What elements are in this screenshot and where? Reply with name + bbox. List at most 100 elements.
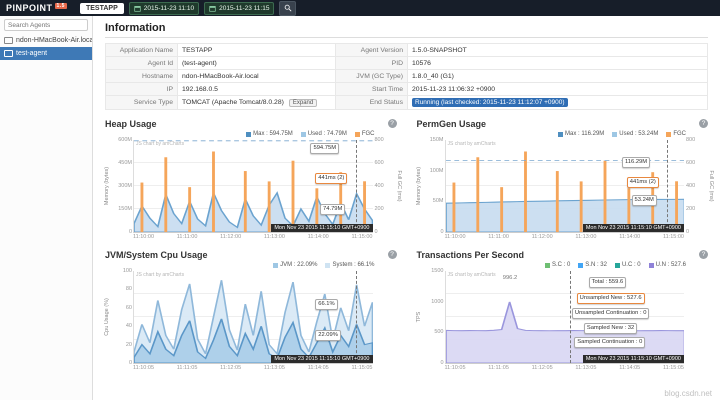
x-axis-tick: 11:11:05 [177,365,198,371]
chart-callout: Unsampled Continuation : 0 [572,308,650,319]
agent-group-label: ndon-HMacBook-Air.local [16,37,92,44]
x-axis-tick: 11:10:00 [445,234,466,240]
y-axis-tick: 0 [422,360,444,366]
x-axis-tick: 11:11:00 [177,234,198,240]
legend-item[interactable]: Used : 74.79M [301,131,347,137]
info-row: Hostnamendon-HMacBook-Air.localJVM (GC T… [106,70,708,83]
legend-item[interactable]: FGC [666,131,686,137]
legend-item[interactable]: U.N : 527.6 [649,262,686,268]
chart-plot-area[interactable]: JS chart by amCharts 050010001500TPSTota… [445,271,685,364]
y-axis-tick: 80 [110,286,132,292]
legend-item[interactable]: FGC [355,131,375,137]
legend-item[interactable]: S.N : 32 [578,262,607,268]
chart-callout: 53.24M [632,195,657,206]
y-axis-tick: 400 [375,183,397,189]
legend-item[interactable]: U.C : 0 [615,262,641,268]
chart-title: PermGen Usage [417,119,487,129]
info-label: Agent Id [106,57,178,70]
x-axis-tick: 11:14:00 [619,234,640,240]
chart-callout: 441ms (2) [627,177,659,188]
chart-plot-area[interactable]: JS chart by amCharts 0150M300M450M600M02… [133,140,373,233]
y-axis-tick: 0 [375,229,397,235]
x-axis-tick: 11:14:05 [619,365,640,371]
legend-swatch [355,132,360,137]
legend-swatch [666,132,671,137]
chart-legend: S.C : 0 S.N : 32 U.C : 0 U.N : 527.6 [417,261,687,269]
info-label: IP [106,83,178,96]
legend-item[interactable]: JVM : 22.09% [273,262,317,268]
chart-callout: 74.79M [320,204,345,215]
y-axis-tick: 800 [375,137,397,143]
legend-item[interactable]: System : 66.1% [325,262,374,268]
info-value: TESTAPP [178,44,336,57]
legend-item[interactable]: S.C : 0 [545,262,570,268]
chart-callout: 116.29M [622,157,650,168]
x-axis: 11:10:0511:11:0511:12:0511:13:0511:14:05… [133,365,373,371]
legend-item[interactable]: Used : 53.24M [612,131,658,137]
info-label: Start Time [336,83,408,96]
x-axis-tick: 11:14:00 [308,234,329,240]
agent-icon [4,50,13,57]
x-axis: 11:10:0511:11:0511:12:0511:13:0511:14:05… [445,365,685,371]
crosshair-line [570,271,571,363]
legend-item[interactable]: Max : 594.75M [246,131,293,137]
chart-callout: 22.09% [315,330,341,341]
y-axis-label: Cpu Usage (%) [104,298,110,336]
pinpoint-logo[interactable]: PINPOINT 1.5 [6,3,67,13]
amcharts-credit: JS chart by amCharts [448,272,496,278]
calendar-icon [134,5,141,12]
chart-legend: Max : 594.75M Used : 74.79M FGC [105,130,375,138]
logo-version-badge: 1.5 [55,3,67,9]
y-axis-label: Memory (bytes) [416,167,422,205]
help-icon[interactable]: ? [699,250,708,259]
y-axis-tick: 40 [110,323,132,329]
info-value: 192.168.0.5 [178,83,336,96]
legend-swatch [325,263,330,268]
x-axis: 11:10:0011:11:0011:12:0011:13:0011:14:00… [445,234,685,240]
application-selector[interactable]: TESTAPP [80,3,124,14]
date-from-value: 2015-11-23 11:10 [144,5,194,12]
legend-swatch [578,263,583,268]
x-axis-tick: 11:13:05 [575,365,596,371]
legend-item[interactable]: Max : 116.29M [558,131,604,137]
date-to-input[interactable]: 2015-11-23 11:15 [204,2,274,15]
help-icon[interactable]: ? [388,119,397,128]
agent-group-item[interactable]: ndon-HMacBook-Air.local [0,34,92,47]
amcharts-credit: JS chart by amCharts [448,141,496,147]
y-axis-tick: 600 [686,160,708,166]
legend-swatch [273,263,278,268]
logo-text: PINPOINT [6,3,53,13]
chart-plot-area[interactable]: JS chart by amCharts 020406080100Cpu Usa… [133,271,373,364]
info-value: (test-agent) [178,57,336,70]
agent-sidebar: ndon-HMacBook-Air.local test-agent [0,16,93,400]
agent-info-table: Application NameTESTAPPAgent Version1.5.… [105,43,708,110]
chart-heap-usage: Heap Usage ? Max : 594.75MUsed : 74.79MF… [105,117,397,240]
chart-plot-area[interactable]: JS chart by amCharts 050M100M150M0200400… [445,140,685,233]
date-from-input[interactable]: 2015-11-23 11:10 [129,2,199,15]
help-icon[interactable]: ? [388,250,397,259]
chart-transactions-per-second: Transactions Per Second ? S.C : 0S.N : 3… [417,248,709,371]
inspector-main: Information Application NameTESTAPPAgent… [93,16,720,400]
y-axis-tick: 0 [686,229,708,235]
x-axis-tick: 11:13:00 [264,234,285,240]
y-axis-tick: 200 [375,206,397,212]
focus-time-tooltip: Mon Nov 23 2015 11:15:10 GMT+0900 [583,355,684,363]
agent-search-input[interactable] [4,19,88,31]
help-icon[interactable]: ? [699,119,708,128]
info-label: Application Name [106,44,178,57]
y-axis-tick: 20 [110,342,132,348]
amcharts-credit: JS chart by amCharts [136,272,184,278]
info-value: TOMCAT (Apache Tomcat/8.0.28)Expand [178,96,336,110]
focus-time-tooltip: Mon Nov 23 2015 11:15:10 GMT+0900 [583,224,684,232]
x-axis-tick: 11:10:00 [133,234,154,240]
search-button[interactable] [279,1,296,16]
y-axis-tick: 450M [110,160,132,166]
legend-swatch [612,132,617,137]
agent-item-selected[interactable]: test-agent [0,47,92,60]
charts-grid: Heap Usage ? Max : 594.75MUsed : 74.79MF… [105,117,708,371]
status-badge: Running (last checked: 2015-11-23 11:12:… [412,98,568,107]
expand-button[interactable]: Expand [289,99,317,107]
agent-label: test-agent [16,50,47,57]
chart-legend: Max : 116.29M Used : 53.24M FGC [417,130,687,138]
legend-swatch [649,263,654,268]
